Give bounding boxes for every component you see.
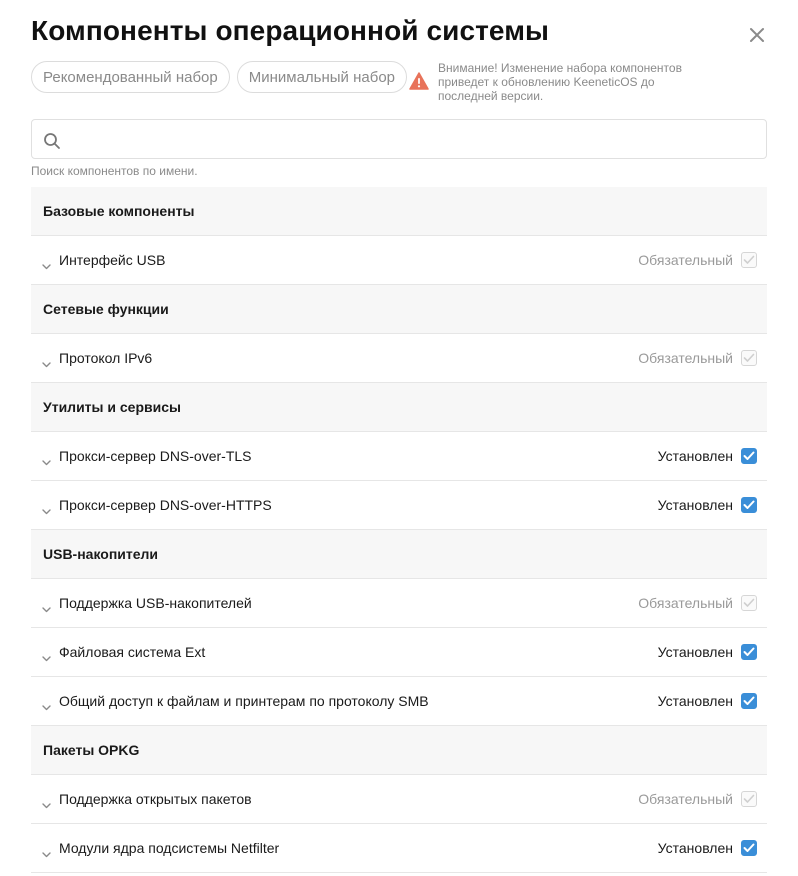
component-label: Поддержка открытых пакетов: [59, 791, 252, 807]
component-status: Обязательный: [638, 252, 733, 268]
component-checkbox[interactable]: [741, 693, 757, 709]
chevron-down-icon[interactable]: [42, 845, 51, 858]
component-status: Установлен: [657, 693, 733, 709]
group-header: Утилиты и сервисы: [31, 383, 767, 432]
update-warning: Внимание! Изменение набора компонентов п…: [409, 61, 713, 103]
close-button[interactable]: [744, 22, 770, 48]
component-status: Установлен: [657, 644, 733, 660]
component-row: Интерфейс USB Обязательный: [31, 236, 767, 285]
component-label: Интерфейс USB: [59, 252, 166, 268]
component-label: Модули ядра подсистемы Netfilter: [59, 840, 280, 856]
component-checkbox[interactable]: [741, 840, 757, 856]
component-row: Общий доступ к файлам и принтерам по про…: [31, 677, 767, 726]
chevron-down-icon[interactable]: [42, 355, 51, 368]
component-row: Поддержка открытых пакетов Обязательный: [31, 775, 767, 824]
group-header: USB-накопители: [31, 530, 767, 579]
component-label: Прокси-сервер DNS-over-TLS: [59, 448, 252, 464]
search-icon: [44, 133, 60, 149]
component-status: Установлен: [657, 448, 733, 464]
component-label: Файловая система Ext: [59, 644, 206, 660]
component-status: Установлен: [657, 840, 733, 856]
component-row: Поддержка USB-накопителей Обязательный: [31, 579, 767, 628]
component-checkbox-disabled: [741, 595, 757, 611]
component-checkbox-disabled: [741, 791, 757, 807]
component-checkbox[interactable]: [741, 448, 757, 464]
component-status: Обязательный: [638, 595, 733, 611]
component-checkbox[interactable]: [741, 644, 757, 660]
component-row: Протокол IPv6 Обязательный: [31, 334, 767, 383]
search-hint: Поиск компонентов по имени.: [31, 164, 198, 178]
chevron-down-icon[interactable]: [42, 649, 51, 662]
chevron-down-icon[interactable]: [42, 502, 51, 515]
component-label: Поддержка USB-накопителей: [59, 595, 252, 611]
component-row: Файловая система Ext Установлен: [31, 628, 767, 677]
warning-triangle-icon: [409, 72, 429, 90]
minimal-set-button[interactable]: Минимальный набор: [236, 61, 408, 93]
chevron-down-icon[interactable]: [42, 796, 51, 809]
component-status: Обязательный: [638, 350, 733, 366]
component-row: Прокси-сервер DNS-over-HTTPS Установлен: [31, 481, 767, 530]
component-checkbox-disabled: [741, 252, 757, 268]
component-label: Протокол IPv6: [59, 350, 153, 366]
warning-text: Внимание! Изменение набора компонентов п…: [438, 61, 682, 103]
os-components-dialog: Компоненты операционной системы Рекоменд…: [0, 0, 798, 876]
search-input[interactable]: [70, 120, 760, 158]
chevron-down-icon[interactable]: [42, 453, 51, 466]
components-list: Базовые компоненты Интерфейс USB Обязатель…: [31, 187, 767, 873]
component-status: Установлен: [657, 497, 733, 513]
component-checkbox[interactable]: [741, 497, 757, 513]
component-row: Модули ядра подсистемы Netfilter Установл…: [31, 824, 767, 873]
recommended-set-button[interactable]: Рекомендованный набор: [31, 61, 230, 93]
group-header: Пакеты OPKG: [31, 726, 767, 775]
close-icon: [750, 28, 764, 42]
chevron-down-icon[interactable]: [42, 257, 51, 270]
component-row: Прокси-сервер DNS-over-TLS Установлен: [31, 432, 767, 481]
component-label: Прокси-сервер DNS-over-HTTPS: [59, 497, 272, 513]
component-checkbox-disabled: [741, 350, 757, 366]
chevron-down-icon[interactable]: [42, 698, 51, 711]
preset-buttons: Рекомендованный набор Минимальный набор: [31, 61, 408, 93]
component-status: Обязательный: [638, 791, 733, 807]
chevron-down-icon[interactable]: [42, 600, 51, 613]
group-header: Базовые компоненты: [31, 187, 767, 236]
dialog-title: Компоненты операционной системы: [31, 15, 550, 46]
component-label: Общий доступ к файлам и принтерам по про…: [59, 693, 429, 709]
group-header: Сетевые функции: [31, 285, 767, 334]
search-box: [31, 119, 767, 159]
